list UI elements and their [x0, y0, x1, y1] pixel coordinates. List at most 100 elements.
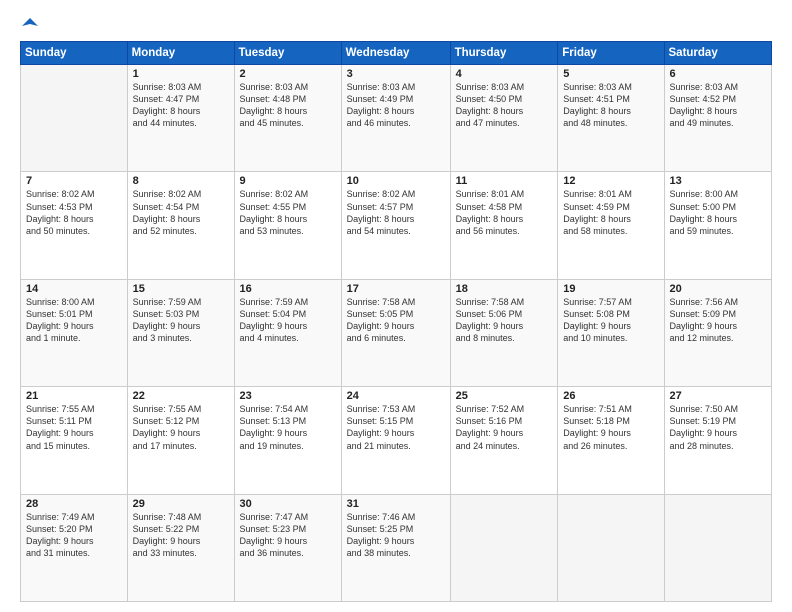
- calendar-cell: 5Sunrise: 8:03 AM Sunset: 4:51 PM Daylig…: [558, 65, 664, 172]
- day-info: Sunrise: 7:55 AM Sunset: 5:12 PM Dayligh…: [133, 403, 229, 452]
- calendar-cell: 26Sunrise: 7:51 AM Sunset: 5:18 PM Dayli…: [558, 387, 664, 494]
- calendar-cell: 4Sunrise: 8:03 AM Sunset: 4:50 PM Daylig…: [450, 65, 558, 172]
- day-info: Sunrise: 7:56 AM Sunset: 5:09 PM Dayligh…: [670, 296, 767, 345]
- day-number: 5: [563, 68, 658, 80]
- day-number: 9: [240, 175, 336, 187]
- day-info: Sunrise: 7:59 AM Sunset: 5:03 PM Dayligh…: [133, 296, 229, 345]
- day-info: Sunrise: 7:48 AM Sunset: 5:22 PM Dayligh…: [133, 511, 229, 560]
- day-number: 13: [670, 175, 767, 187]
- day-info: Sunrise: 8:02 AM Sunset: 4:53 PM Dayligh…: [26, 188, 122, 237]
- day-number: 7: [26, 175, 122, 187]
- day-info: Sunrise: 7:53 AM Sunset: 5:15 PM Dayligh…: [347, 403, 445, 452]
- day-info: Sunrise: 7:55 AM Sunset: 5:11 PM Dayligh…: [26, 403, 122, 452]
- day-info: Sunrise: 8:01 AM Sunset: 4:59 PM Dayligh…: [563, 188, 658, 237]
- day-of-week-header: Wednesday: [341, 42, 450, 65]
- day-info: Sunrise: 7:57 AM Sunset: 5:08 PM Dayligh…: [563, 296, 658, 345]
- calendar-cell: 20Sunrise: 7:56 AM Sunset: 5:09 PM Dayli…: [664, 279, 772, 386]
- calendar-cell: 11Sunrise: 8:01 AM Sunset: 4:58 PM Dayli…: [450, 172, 558, 279]
- day-info: Sunrise: 8:03 AM Sunset: 4:51 PM Dayligh…: [563, 81, 658, 130]
- calendar-cell: 14Sunrise: 8:00 AM Sunset: 5:01 PM Dayli…: [21, 279, 128, 386]
- day-of-week-header: Sunday: [21, 42, 128, 65]
- day-number: 1: [133, 68, 229, 80]
- calendar-cell: 19Sunrise: 7:57 AM Sunset: 5:08 PM Dayli…: [558, 279, 664, 386]
- calendar-cell: 25Sunrise: 7:52 AM Sunset: 5:16 PM Dayli…: [450, 387, 558, 494]
- calendar-cell: [450, 494, 558, 601]
- day-info: Sunrise: 7:58 AM Sunset: 5:05 PM Dayligh…: [347, 296, 445, 345]
- day-info: Sunrise: 8:01 AM Sunset: 4:58 PM Dayligh…: [456, 188, 553, 237]
- day-info: Sunrise: 8:03 AM Sunset: 4:47 PM Dayligh…: [133, 81, 229, 130]
- day-number: 11: [456, 175, 553, 187]
- day-number: 6: [670, 68, 767, 80]
- calendar-cell: 31Sunrise: 7:46 AM Sunset: 5:25 PM Dayli…: [341, 494, 450, 601]
- calendar-cell: 29Sunrise: 7:48 AM Sunset: 5:22 PM Dayli…: [127, 494, 234, 601]
- calendar-cell: 23Sunrise: 7:54 AM Sunset: 5:13 PM Dayli…: [234, 387, 341, 494]
- calendar-cell: [21, 65, 128, 172]
- day-info: Sunrise: 8:03 AM Sunset: 4:49 PM Dayligh…: [347, 81, 445, 130]
- calendar-cell: 30Sunrise: 7:47 AM Sunset: 5:23 PM Dayli…: [234, 494, 341, 601]
- day-number: 14: [26, 283, 122, 295]
- calendar-week-row: 1Sunrise: 8:03 AM Sunset: 4:47 PM Daylig…: [21, 65, 772, 172]
- day-number: 16: [240, 283, 336, 295]
- calendar-cell: 27Sunrise: 7:50 AM Sunset: 5:19 PM Dayli…: [664, 387, 772, 494]
- day-info: Sunrise: 7:58 AM Sunset: 5:06 PM Dayligh…: [456, 296, 553, 345]
- day-of-week-header: Friday: [558, 42, 664, 65]
- day-number: 27: [670, 390, 767, 402]
- day-number: 10: [347, 175, 445, 187]
- day-number: 8: [133, 175, 229, 187]
- day-number: 25: [456, 390, 553, 402]
- day-number: 23: [240, 390, 336, 402]
- day-info: Sunrise: 8:00 AM Sunset: 5:00 PM Dayligh…: [670, 188, 767, 237]
- calendar-cell: 15Sunrise: 7:59 AM Sunset: 5:03 PM Dayli…: [127, 279, 234, 386]
- calendar-cell: [558, 494, 664, 601]
- day-of-week-header: Thursday: [450, 42, 558, 65]
- day-info: Sunrise: 8:03 AM Sunset: 4:48 PM Dayligh…: [240, 81, 336, 130]
- calendar-cell: 12Sunrise: 8:01 AM Sunset: 4:59 PM Dayli…: [558, 172, 664, 279]
- calendar-cell: 17Sunrise: 7:58 AM Sunset: 5:05 PM Dayli…: [341, 279, 450, 386]
- day-number: 29: [133, 498, 229, 510]
- day-info: Sunrise: 7:54 AM Sunset: 5:13 PM Dayligh…: [240, 403, 336, 452]
- calendar-cell: 24Sunrise: 7:53 AM Sunset: 5:15 PM Dayli…: [341, 387, 450, 494]
- header: [20, 16, 772, 33]
- day-number: 19: [563, 283, 658, 295]
- day-number: 12: [563, 175, 658, 187]
- day-of-week-header: Saturday: [664, 42, 772, 65]
- day-number: 28: [26, 498, 122, 510]
- day-number: 3: [347, 68, 445, 80]
- calendar-cell: 18Sunrise: 7:58 AM Sunset: 5:06 PM Dayli…: [450, 279, 558, 386]
- day-number: 2: [240, 68, 336, 80]
- calendar-cell: 9Sunrise: 8:02 AM Sunset: 4:55 PM Daylig…: [234, 172, 341, 279]
- calendar-cell: 10Sunrise: 8:02 AM Sunset: 4:57 PM Dayli…: [341, 172, 450, 279]
- day-number: 15: [133, 283, 229, 295]
- day-info: Sunrise: 7:46 AM Sunset: 5:25 PM Dayligh…: [347, 511, 445, 560]
- day-number: 4: [456, 68, 553, 80]
- calendar-cell: 6Sunrise: 8:03 AM Sunset: 4:52 PM Daylig…: [664, 65, 772, 172]
- calendar-week-row: 21Sunrise: 7:55 AM Sunset: 5:11 PM Dayli…: [21, 387, 772, 494]
- calendar-cell: 3Sunrise: 8:03 AM Sunset: 4:49 PM Daylig…: [341, 65, 450, 172]
- day-number: 20: [670, 283, 767, 295]
- day-info: Sunrise: 8:00 AM Sunset: 5:01 PM Dayligh…: [26, 296, 122, 345]
- calendar-week-row: 7Sunrise: 8:02 AM Sunset: 4:53 PM Daylig…: [21, 172, 772, 279]
- day-info: Sunrise: 8:02 AM Sunset: 4:55 PM Dayligh…: [240, 188, 336, 237]
- day-info: Sunrise: 7:59 AM Sunset: 5:04 PM Dayligh…: [240, 296, 336, 345]
- day-number: 21: [26, 390, 122, 402]
- day-info: Sunrise: 7:49 AM Sunset: 5:20 PM Dayligh…: [26, 511, 122, 560]
- day-number: 24: [347, 390, 445, 402]
- day-of-week-header: Tuesday: [234, 42, 341, 65]
- calendar-cell: 16Sunrise: 7:59 AM Sunset: 5:04 PM Dayli…: [234, 279, 341, 386]
- day-number: 22: [133, 390, 229, 402]
- calendar-cell: 2Sunrise: 8:03 AM Sunset: 4:48 PM Daylig…: [234, 65, 341, 172]
- calendar-cell: 28Sunrise: 7:49 AM Sunset: 5:20 PM Dayli…: [21, 494, 128, 601]
- logo: [20, 16, 38, 33]
- calendar-page: SundayMondayTuesdayWednesdayThursdayFrid…: [0, 0, 792, 612]
- day-info: Sunrise: 7:51 AM Sunset: 5:18 PM Dayligh…: [563, 403, 658, 452]
- day-number: 17: [347, 283, 445, 295]
- day-number: 30: [240, 498, 336, 510]
- calendar-cell: 7Sunrise: 8:02 AM Sunset: 4:53 PM Daylig…: [21, 172, 128, 279]
- day-of-week-header: Monday: [127, 42, 234, 65]
- calendar-header-row: SundayMondayTuesdayWednesdayThursdayFrid…: [21, 42, 772, 65]
- day-info: Sunrise: 8:02 AM Sunset: 4:57 PM Dayligh…: [347, 188, 445, 237]
- day-info: Sunrise: 8:03 AM Sunset: 4:52 PM Dayligh…: [670, 81, 767, 130]
- day-info: Sunrise: 7:50 AM Sunset: 5:19 PM Dayligh…: [670, 403, 767, 452]
- calendar-cell: 13Sunrise: 8:00 AM Sunset: 5:00 PM Dayli…: [664, 172, 772, 279]
- calendar-table: SundayMondayTuesdayWednesdayThursdayFrid…: [20, 41, 772, 602]
